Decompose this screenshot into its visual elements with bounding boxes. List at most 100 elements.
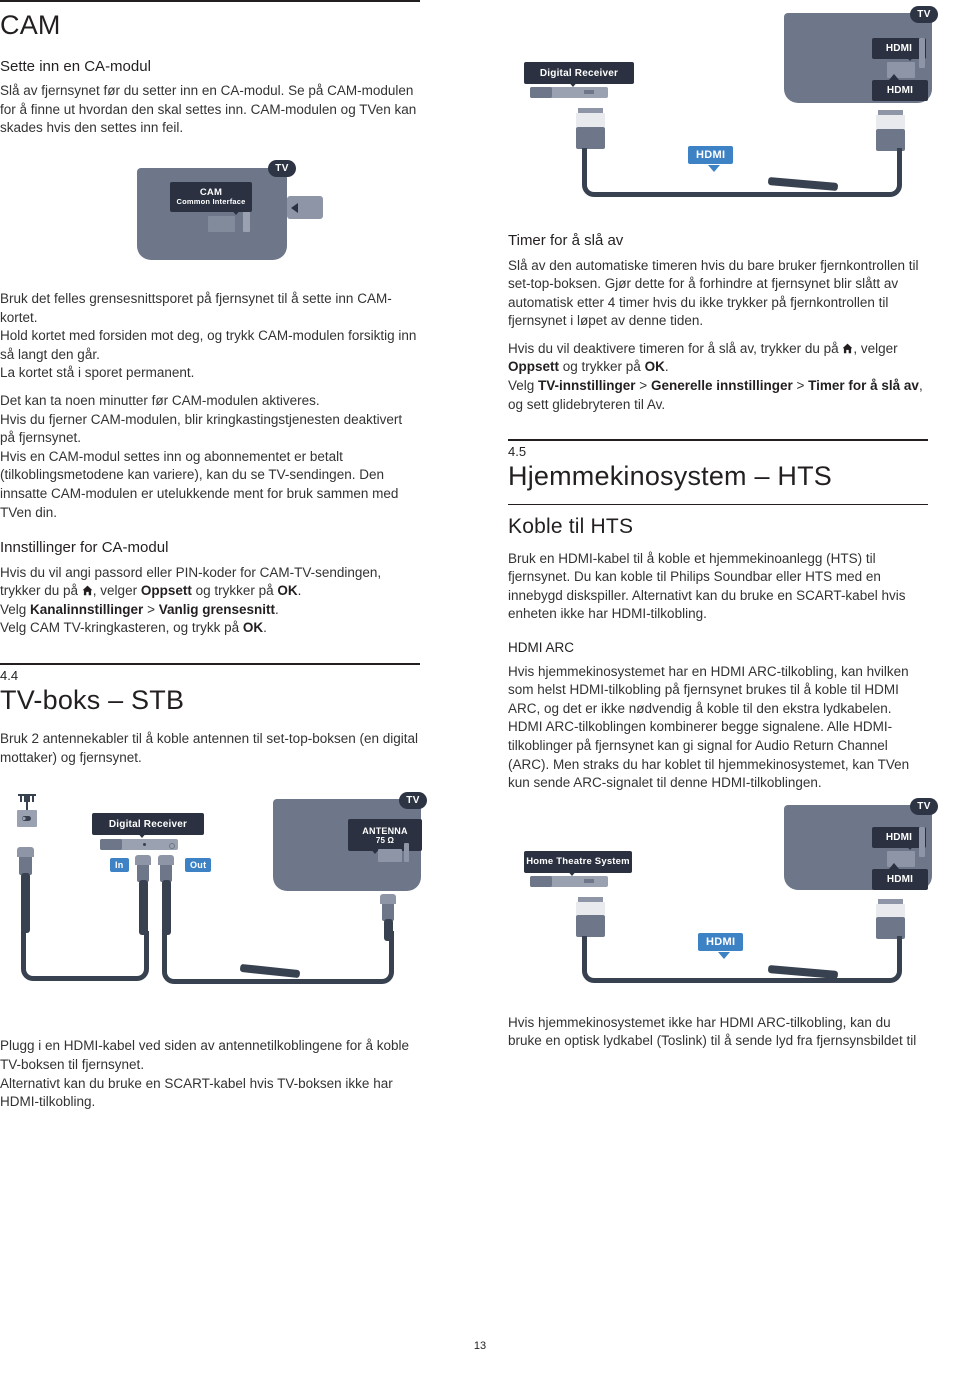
cable-loop-antenna-to-in: [21, 931, 149, 982]
section-44-title: TV-boks – STB: [0, 684, 185, 715]
ca-line1-bold-oppsett: Oppsett: [140, 583, 192, 599]
subhead-timer: Timer for å slå av: [508, 232, 624, 249]
paragraph-timer-2: Hvis du vil deaktivere timeren for å slå…: [508, 340, 928, 377]
antenna-port-side: [404, 843, 409, 863]
hts-hdmi-cable-label-tag: HDMI: [698, 932, 744, 951]
timer-p2-c: og trykker på: [559, 359, 645, 375]
timer-p2-a: Hvis du vil deaktivere timeren for å slå…: [508, 340, 843, 356]
digital-receiver-label: Digital Receiver: [108, 818, 188, 830]
ca-line2-b: >: [143, 601, 159, 617]
hts-device-pointer-icon: [566, 868, 578, 876]
paragraph-timer-3: Velg TV-innstillinger > Generelle innsti…: [508, 377, 928, 414]
hts-tv-hdmi-top-pointer-icon: [905, 843, 915, 850]
stb-in-wire: [139, 880, 148, 936]
paragraph-hdmi-plugg: Plugg i en HDMI-kabel ved siden av anten…: [0, 1038, 410, 1073]
hdmi-cable: [582, 148, 902, 197]
left-column: CAM Sette inn en CA-modul Slå av fjernsy…: [0, 0, 427, 1112]
hts-tv-hdmi-side-slot: [919, 826, 925, 857]
tv-hdmi-port-bottom-tag: HDMI: [872, 80, 928, 101]
antenna-coax-cap: [17, 847, 34, 858]
ca-line1-b: , velger: [92, 583, 141, 599]
hdmi-cable-label-pointer-icon: [708, 165, 720, 172]
digital-receiver-hdmi-pointer-icon: [567, 80, 579, 87]
ca-line1-c: og trykker på: [191, 583, 278, 599]
paragraph-hts-intro: Bruk en HDMI-kabel til å koble et hjemme…: [508, 550, 906, 622]
section-45-number: 4.5: [508, 444, 527, 460]
stb-out-coax-cap: [158, 855, 174, 866]
paragraph-aktiveres-2: Hvis du fjerner CAM-modulen, blir kringk…: [0, 411, 403, 446]
subhead-sette-inn-ca-modul: Sette inn en CA-modul: [0, 57, 151, 75]
ca-line1-d: .: [297, 583, 302, 599]
antenna-port-socket: [378, 849, 402, 863]
hts-device-plug-body: [576, 914, 605, 937]
paragraph-bruk-felles-2: Hold kortet med forsiden mot deg, og try…: [0, 328, 417, 362]
port-in-tag: In: [110, 858, 129, 873]
home-icon: [842, 343, 853, 354]
chapter-title: CAM: [0, 10, 61, 40]
right-column: TV HDMI HDMI Digital Receiver HDMI Timer…: [508, 0, 938, 1051]
ca-line3-a: Velg CAM TV-kringkasteren, og trykk på: [0, 620, 243, 636]
diagram-cam-insert: TV CAM Common Interface: [0, 156, 420, 286]
ca-line3-bold-ok: OK: [242, 620, 264, 636]
digital-receiver-hdmi-indicator: [584, 90, 594, 94]
paragraph-ca-settings-line3: Velg CAM TV-kringkasteren, og trykk på O…: [0, 619, 420, 638]
digital-receiver-hdmi-label-tag: Digital Receiver: [524, 62, 634, 84]
ca-line3-b: .: [263, 620, 267, 636]
paragraph-intro-cam: Slå av fjernsynet før du setter inn en C…: [0, 83, 417, 136]
hts-tv-plug-neck: [876, 903, 905, 917]
device-plug-neck: [576, 113, 605, 127]
hts-device-panel: [530, 875, 552, 887]
antenna-port-label: ANTENNA: [362, 825, 408, 836]
timer-p2-b: , velger: [853, 340, 898, 356]
page-number: 13: [473, 1340, 487, 1352]
cable-loop-out-to-tv: [162, 931, 394, 985]
timer-p3-c: >: [792, 378, 809, 394]
tv-hdmi-side-slot: [919, 38, 925, 68]
hts-device-indicator: [584, 878, 594, 883]
tv-hdmi-top-pointer-icon: [905, 55, 915, 61]
home-icon: [82, 585, 93, 596]
device-plug-body: [576, 127, 605, 149]
antenna-port-tag: ANTENNA 75 Ω: [348, 819, 422, 852]
ca-line1-bold-ok: OK: [277, 583, 298, 599]
subhead-koble-til-hts: Koble til HTS: [508, 514, 634, 538]
cam-label-sub: Common Interface: [176, 197, 246, 207]
paragraph-stb-intro: Bruk 2 antennekabler til å koble antenne…: [0, 731, 419, 765]
hts-tv-hdmi-top-tag: HDMI: [872, 826, 926, 848]
hts-tv-hdmi-bottom-tag: HDMI: [872, 868, 928, 890]
minihead-hdmi-arc: HDMI ARC: [508, 640, 575, 655]
digital-receiver-tag-pointer-icon: [136, 831, 148, 839]
tv-badge-hts: TV: [910, 797, 938, 815]
digital-receiver-label-tag: Digital Receiver: [92, 813, 204, 836]
paragraph-aktiveres-1: Det kan ta noen minutter før CAM-modulen…: [0, 392, 320, 408]
paragraph-ca-settings-line1: Hvis du vil angi passord eller PIN-koder…: [0, 564, 420, 601]
ca-line2-a: Velg: [0, 601, 31, 617]
timer-p2-d: .: [664, 359, 669, 375]
ca-line2-bold-kanal: Kanalinnstillinger: [30, 601, 144, 617]
tv-badge: TV: [268, 159, 296, 177]
hts-device-label-tag: Home Theatre System: [524, 850, 632, 873]
tv-badge-antenna: TV: [399, 792, 427, 810]
timer-p3-b: >: [635, 378, 651, 394]
timer-p3-bold-generelle: Generelle innstillinger: [650, 378, 793, 394]
paragraph-aktiveres-3: Hvis en CAM-modul settes inn og abonneme…: [0, 448, 399, 520]
stb-out-wire: [162, 880, 171, 936]
antenna-tower-icon: [14, 793, 40, 848]
tv-coax-cap: [380, 894, 396, 905]
ca-line2-c: .: [274, 601, 279, 617]
timer-p3-bold-tvinnst: TV-innstillinger: [538, 378, 636, 394]
ci-slot-plate: [208, 215, 235, 232]
digital-receiver-panel: [100, 839, 122, 851]
paragraph-hdmi-arc: Hvis hjemmekinosystemet har en HDMI ARC-…: [508, 663, 910, 791]
hts-hdmi-cable-label-pointer-icon: [718, 951, 730, 959]
diagram-hts-hdmi: TV HDMI HDMI Home Theatre System HDMI: [508, 797, 938, 1010]
receiver-indicator-2: [169, 842, 175, 849]
antenna-wire: [21, 873, 30, 934]
port-out-tag: Out: [185, 858, 212, 873]
paragraph-bruk-felles-1: Bruk det felles grensesnittsporet på fje…: [0, 290, 392, 325]
timer-p2-bold-oppsett: Oppsett: [508, 359, 560, 375]
cam-card-arrow-icon: [291, 202, 298, 213]
timer-p3-bold-timer: Timer for å slå av: [808, 378, 919, 394]
antenna-port-impedance: 75 Ω: [375, 836, 395, 846]
section-45-title: Hjemmekinosystem – HTS: [508, 460, 832, 491]
